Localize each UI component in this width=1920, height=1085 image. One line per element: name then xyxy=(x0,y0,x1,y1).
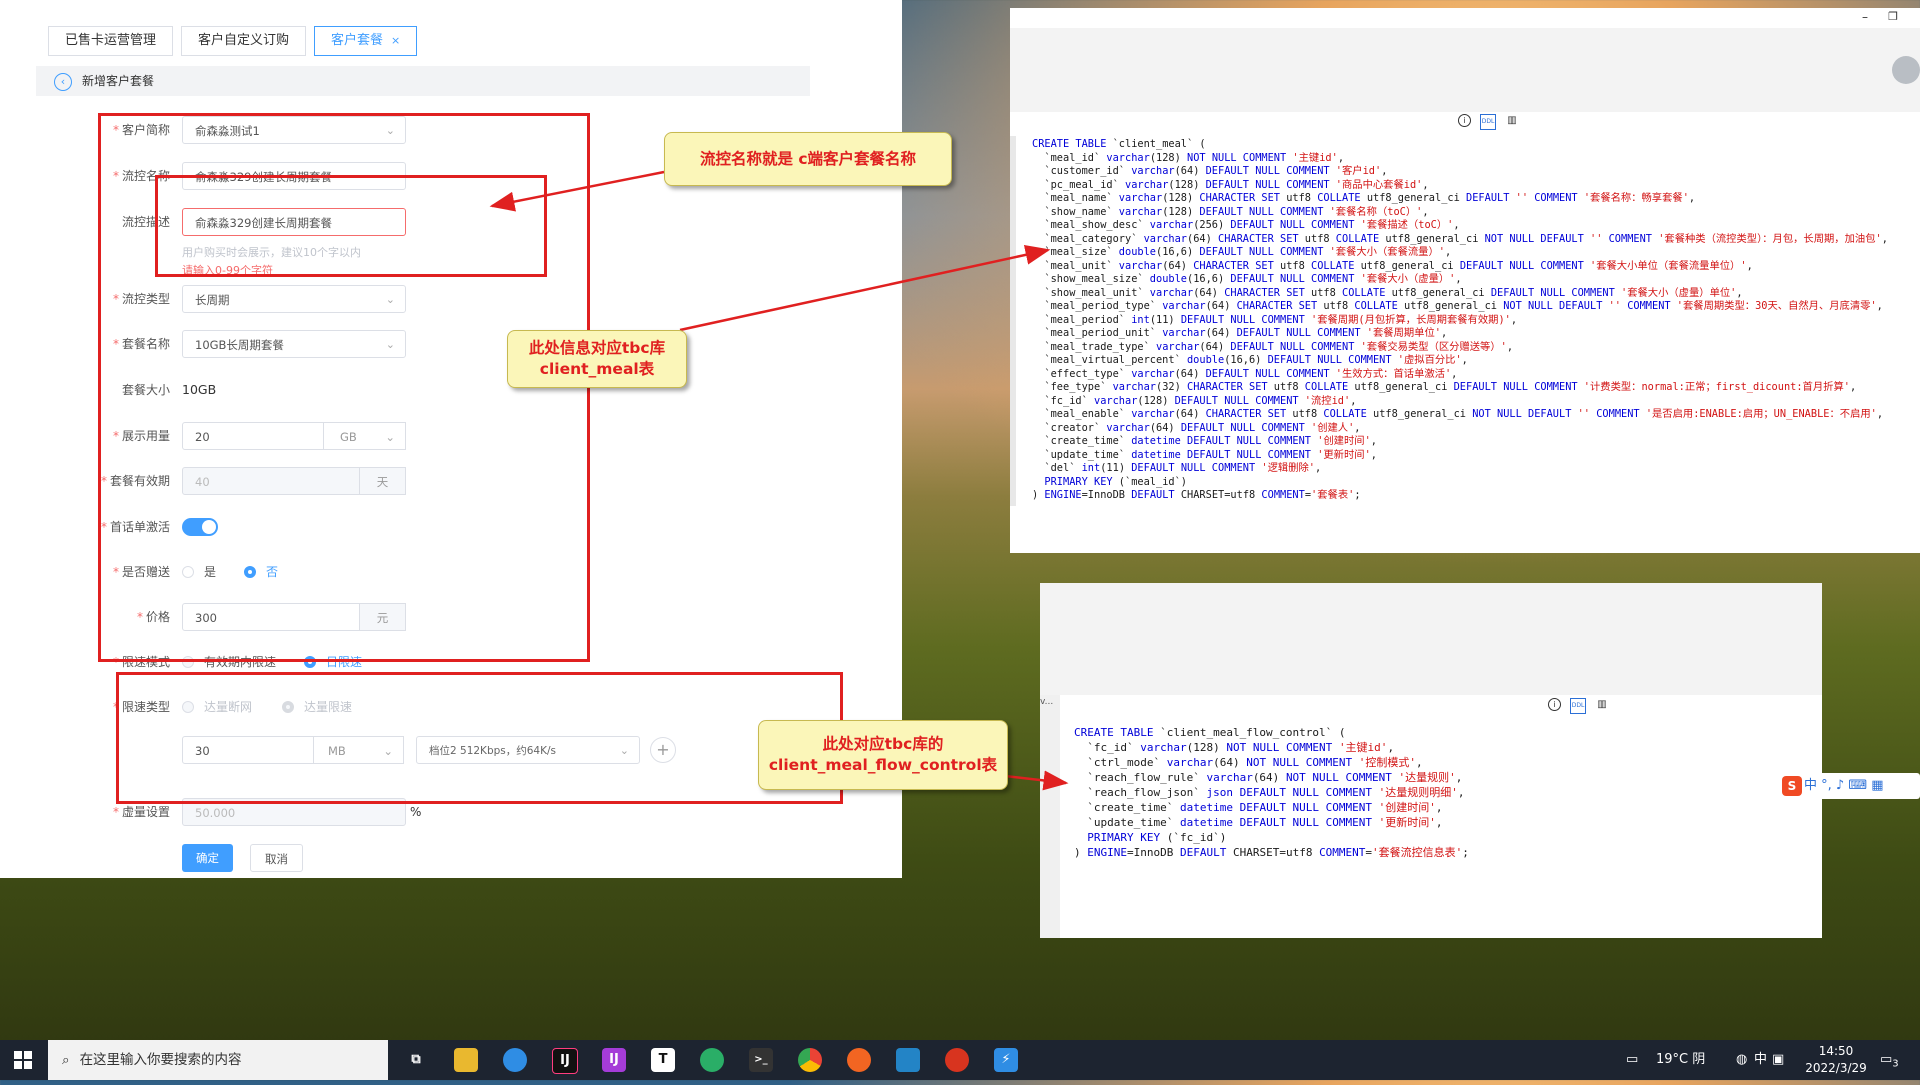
time: 14:50 xyxy=(1818,1044,1854,1058)
windows-start-icon[interactable] xyxy=(14,1051,32,1069)
weather-icon[interactable]: ▭ xyxy=(1626,1040,1638,1080)
git-icon[interactable] xyxy=(945,1048,969,1072)
taskbar-search[interactable]: ⌕ 在这里输入你要搜索的内容 xyxy=(48,1040,388,1080)
search-placeholder: 在这里输入你要搜索的内容 xyxy=(79,1052,242,1068)
system-tray-icon[interactable]: ▣ xyxy=(1772,1040,1784,1080)
callout-client-meal: 此处信息对应tbc库 client_meal表 xyxy=(507,330,687,388)
intellij-icon[interactable]: IJ xyxy=(552,1048,578,1074)
wechat-icon[interactable] xyxy=(700,1048,724,1072)
app-icon[interactable] xyxy=(896,1048,920,1072)
arrow-flow-control xyxy=(1004,770,1069,791)
notification-count: 3 xyxy=(1892,1058,1899,1070)
date: 2022/3/29 xyxy=(1805,1061,1867,1075)
weather-text[interactable]: 19°C 阴 xyxy=(1656,1040,1705,1080)
arrow-client-meal xyxy=(679,245,1051,332)
task-view-icon[interactable]: ⧉ xyxy=(404,1048,428,1072)
postman-icon[interactable] xyxy=(847,1048,871,1072)
taskbar: ⌕ 在这里输入你要搜索的内容 ⧉ IJ IJ T >_ ⚡ ▭ 19°C 阴 ◍ … xyxy=(0,1040,1920,1080)
callout-flow-control: 此处对应tbc库的 client_meal_flow_control表 xyxy=(758,720,1008,790)
ime-indicator[interactable]: 中 xyxy=(1754,1040,1767,1080)
terminal-icon[interactable]: >_ xyxy=(749,1048,773,1072)
clock[interactable]: 14:50 2022/3/29 xyxy=(1800,1040,1872,1083)
notification-icon[interactable]: ▭3 xyxy=(1880,1040,1899,1080)
ide-icon[interactable]: IJ xyxy=(602,1048,626,1072)
chrome-icon[interactable] xyxy=(798,1048,822,1072)
network-icon[interactable]: ◍ xyxy=(1736,1040,1747,1080)
annotation-arrows xyxy=(489,170,1069,791)
arrow-flow-name xyxy=(489,170,665,212)
search-icon: ⌕ xyxy=(62,1052,70,1068)
active-app-icon[interactable]: ⚡ xyxy=(994,1048,1018,1072)
callout-flow-name: 流控名称就是 c端客户套餐名称 xyxy=(664,132,952,186)
feishu-icon[interactable] xyxy=(503,1048,527,1072)
file-explorer-icon[interactable] xyxy=(454,1048,478,1072)
typora-icon[interactable]: T xyxy=(651,1048,675,1072)
